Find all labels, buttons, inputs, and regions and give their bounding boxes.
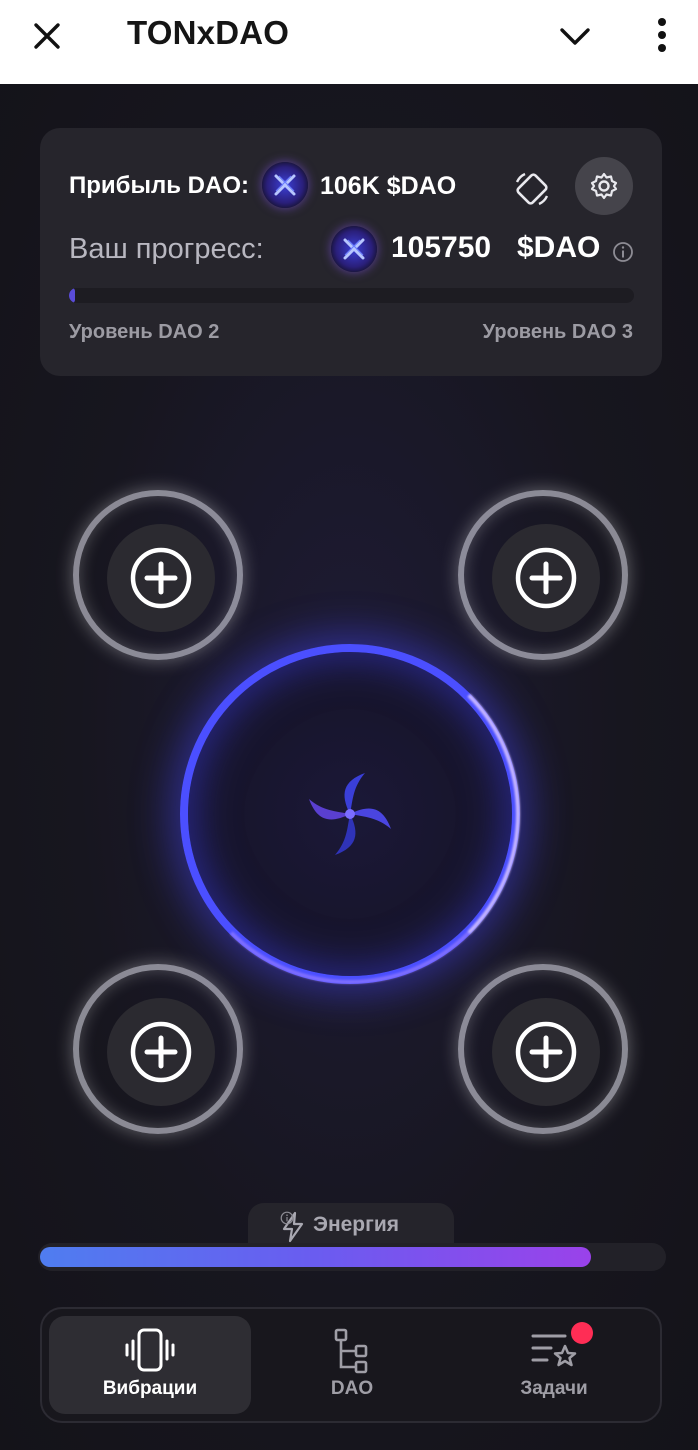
main-area: Прибыль DAO: 106K $DAO Ваш прогресс: 105…	[0, 84, 698, 1450]
energy-bar-fill	[40, 1247, 591, 1267]
app-title: TONxDAO	[127, 14, 290, 51]
nav-item-tasks[interactable]: Задачи	[453, 1316, 655, 1414]
plus-circle-icon	[515, 547, 577, 609]
nav-item-dao[interactable]: DAO	[251, 1316, 453, 1414]
app-header: TONxDAO	[0, 0, 698, 84]
gear-icon	[590, 172, 618, 200]
progress-label: Ваш прогресс:	[69, 233, 264, 265]
info-icon[interactable]	[280, 1211, 294, 1225]
vibration-phone-icon	[125, 1328, 175, 1372]
level-next: Уровень DAO 3	[482, 321, 633, 343]
energy-label: Энергия	[313, 1213, 400, 1236]
tonxdao-logo-icon	[309, 773, 391, 855]
plus-circle-icon	[130, 1021, 192, 1083]
bottom-navigation: Вибрации DAO Задачи	[40, 1307, 662, 1423]
nav-label: Задачи	[520, 1378, 588, 1399]
close-icon[interactable]	[28, 17, 66, 55]
dao-coin-icon	[331, 226, 377, 272]
plus-circle-icon	[130, 547, 192, 609]
progress-bar-fill	[69, 288, 75, 303]
profit-label: Прибыль DAO:	[69, 172, 249, 199]
nav-item-vibrations[interactable]: Вибрации	[49, 1316, 251, 1414]
vibration-orb-button[interactable]	[170, 634, 530, 994]
settings-button[interactable]	[575, 157, 633, 215]
energy-bar	[38, 1243, 666, 1271]
info-icon[interactable]	[612, 241, 634, 263]
nav-label: DAO	[330, 1378, 374, 1399]
hierarchy-icon	[334, 1328, 368, 1374]
chevron-down-icon[interactable]	[556, 20, 594, 52]
profit-value: 106K $DAO	[320, 172, 457, 200]
dao-coin-icon	[262, 162, 308, 208]
notification-badge	[571, 1322, 593, 1344]
nav-label: Вибрации	[102, 1378, 198, 1399]
rotate-phone-icon[interactable]	[511, 168, 553, 210]
plus-circle-icon	[515, 1021, 577, 1083]
progress-value: 105750	[391, 231, 492, 264]
more-vertical-icon[interactable]	[648, 14, 676, 56]
progress-unit: $DAO	[517, 231, 601, 264]
stats-card: Прибыль DAO: 106K $DAO Ваш прогресс: 105…	[40, 128, 662, 376]
progress-bar	[69, 288, 634, 303]
level-current: Уровень DAO 2	[69, 321, 220, 343]
